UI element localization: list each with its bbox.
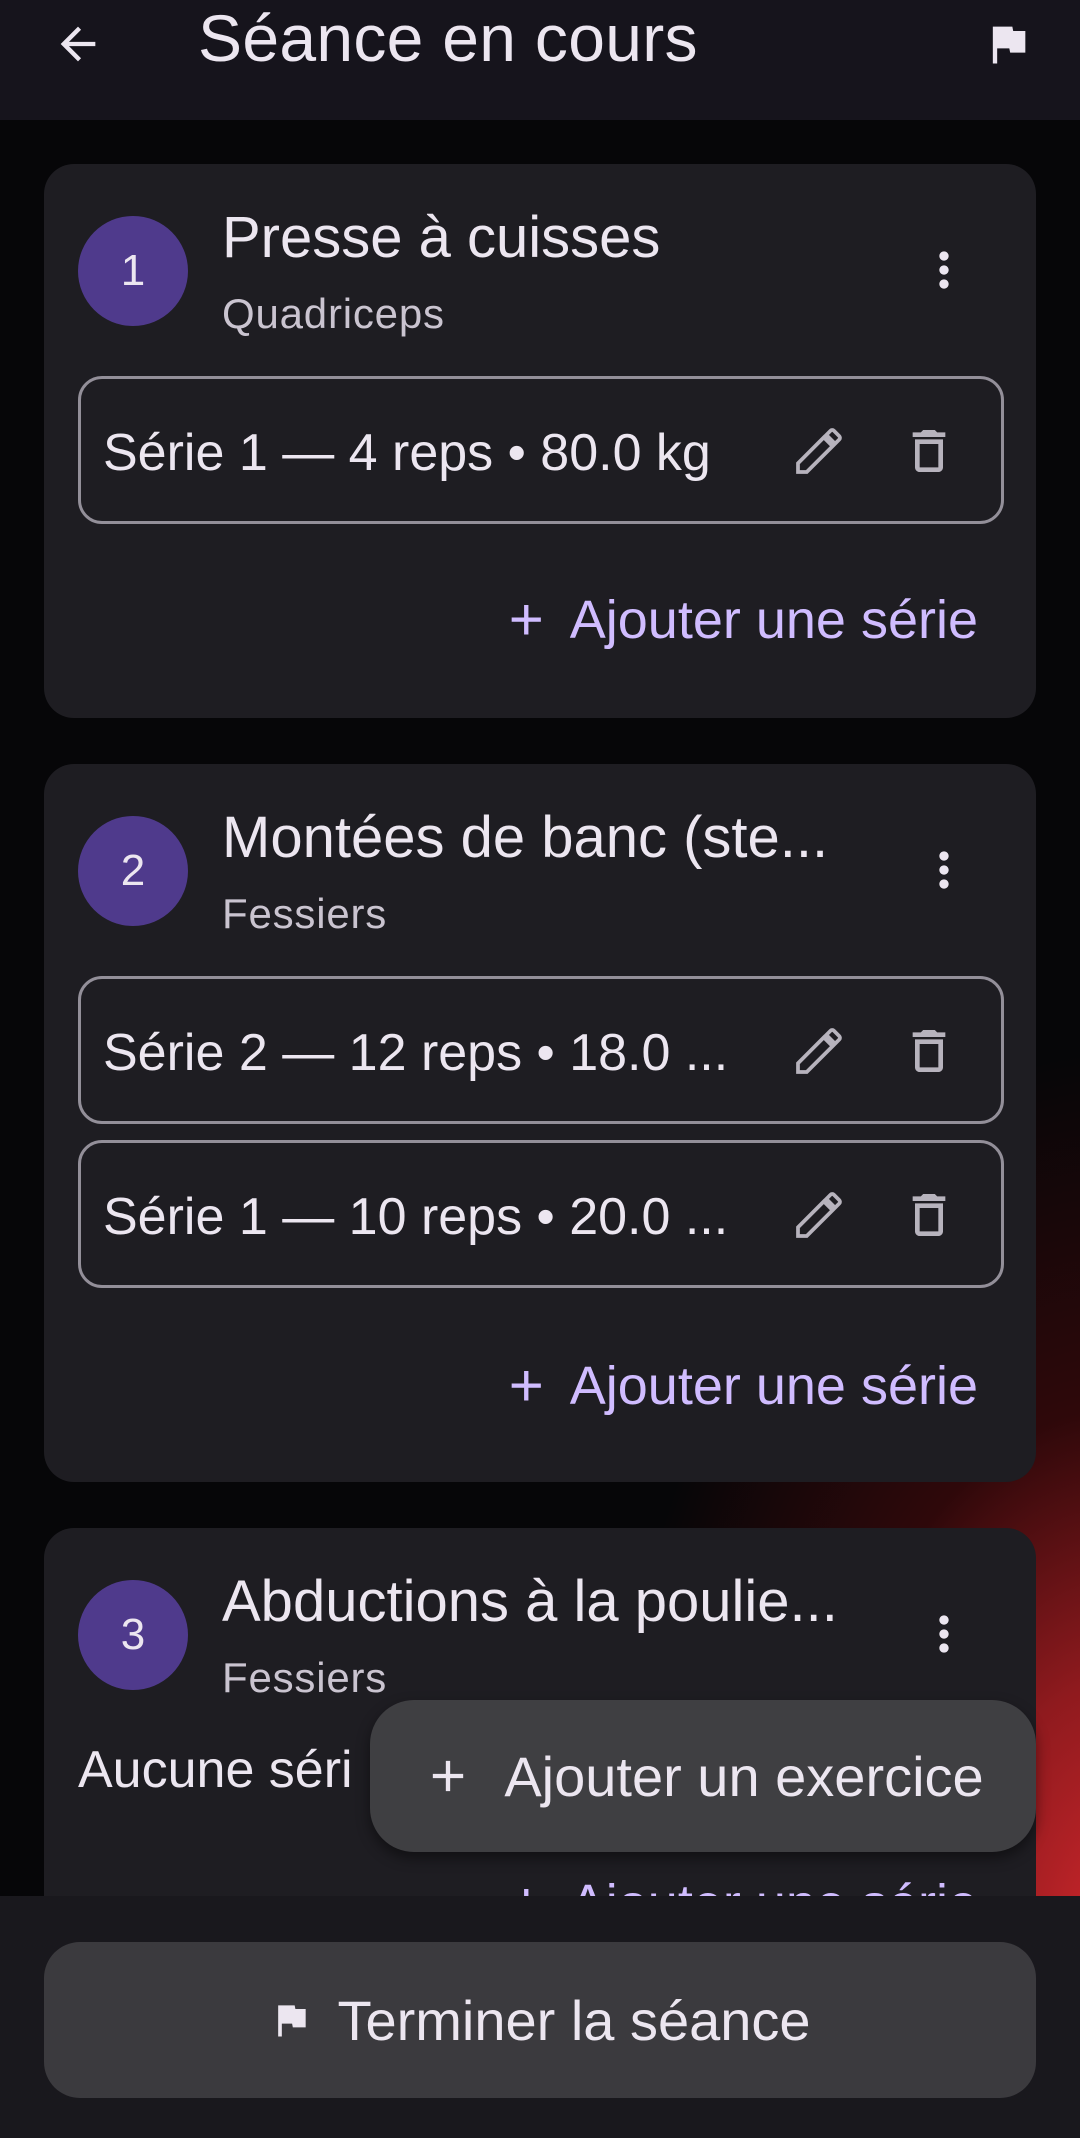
more-options-button[interactable] [916,230,972,310]
edit-set-button[interactable] [787,1019,851,1083]
set-label: Série 1 — 4 reps • 80.0 kg [103,424,711,482]
more-vert-icon [939,851,949,889]
plus-icon [433,1760,464,1792]
delete-set-button[interactable] [897,1019,961,1083]
add-set-label: Ajouter une série [569,1356,978,1416]
set-label: Série 1 — 10 reps • 20.0 ... [103,1188,729,1246]
exercise-muscle: Quadriceps [222,290,445,337]
finish-session-button[interactable]: Terminer la séance [44,1942,1036,2098]
set-row[interactable]: Série 2 — 12 reps • 18.0 ... [78,976,1004,1124]
more-vert-icon [939,1615,949,1653]
exercise-name: Abductions à la poulie... [222,1569,838,1634]
exercise-index-badge: 2 [78,816,188,926]
arrow-back-icon [60,26,96,62]
edit-set-button[interactable] [787,419,851,483]
pencil-icon [796,428,842,474]
exercise-muscle: Fessiers [222,1654,388,1701]
add-exercise-label: Ajouter un exercice [504,1744,984,1808]
exercise-card: 2 Montées de banc (ste... Fessiers Série… [44,764,1036,1482]
exercise-index-badge: 3 [78,1580,188,1690]
bottom-bar: Terminer la séance [0,1896,1080,2138]
exercise-muscle: Fessiers [222,890,388,937]
add-set-button[interactable]: + Ajouter une série [509,580,978,660]
exercise-name: Presse à cuisses [222,205,661,270]
exercise-name: Montées de banc (ste... [222,805,829,870]
finish-flag-button[interactable] [976,12,1040,76]
plus-icon: + [508,586,544,653]
more-vert-icon [939,251,949,289]
exercise-card: 1 Presse à cuisses Quadriceps Série 1 — … [44,164,1036,718]
pencil-icon [796,1192,842,1238]
page-title: Séance en cours [198,1,698,75]
set-label: Série 2 — 12 reps • 18.0 ... [103,1024,729,1082]
set-row[interactable]: Série 1 — 10 reps • 20.0 ... [78,1140,1004,1288]
delete-set-button[interactable] [897,1183,961,1247]
pencil-icon [796,1028,842,1074]
flag-icon [278,2005,307,2037]
delete-set-button[interactable] [897,419,961,483]
flag-icon [992,26,1026,64]
trash-icon [912,1194,946,1236]
trash-icon [912,430,946,472]
edit-set-button[interactable] [787,1183,851,1247]
trash-icon [912,1030,946,1072]
set-row[interactable]: Série 1 — 4 reps • 80.0 kg [78,376,1004,524]
back-button[interactable] [44,10,112,78]
top-app-bar: Séance en cours [0,0,1080,120]
add-set-label: Ajouter une série [569,590,978,650]
finish-session-label: Terminer la séance [337,1988,811,2052]
add-exercise-fab[interactable]: Ajouter un exercice [370,1700,1036,1852]
add-set-button[interactable]: + Ajouter une série [509,1346,978,1426]
more-options-button[interactable] [916,1594,972,1674]
plus-icon: + [508,1352,544,1419]
more-options-button[interactable] [916,830,972,910]
exercise-index-badge: 1 [78,216,188,326]
empty-sets-text: Aucune séri [78,1741,353,1799]
